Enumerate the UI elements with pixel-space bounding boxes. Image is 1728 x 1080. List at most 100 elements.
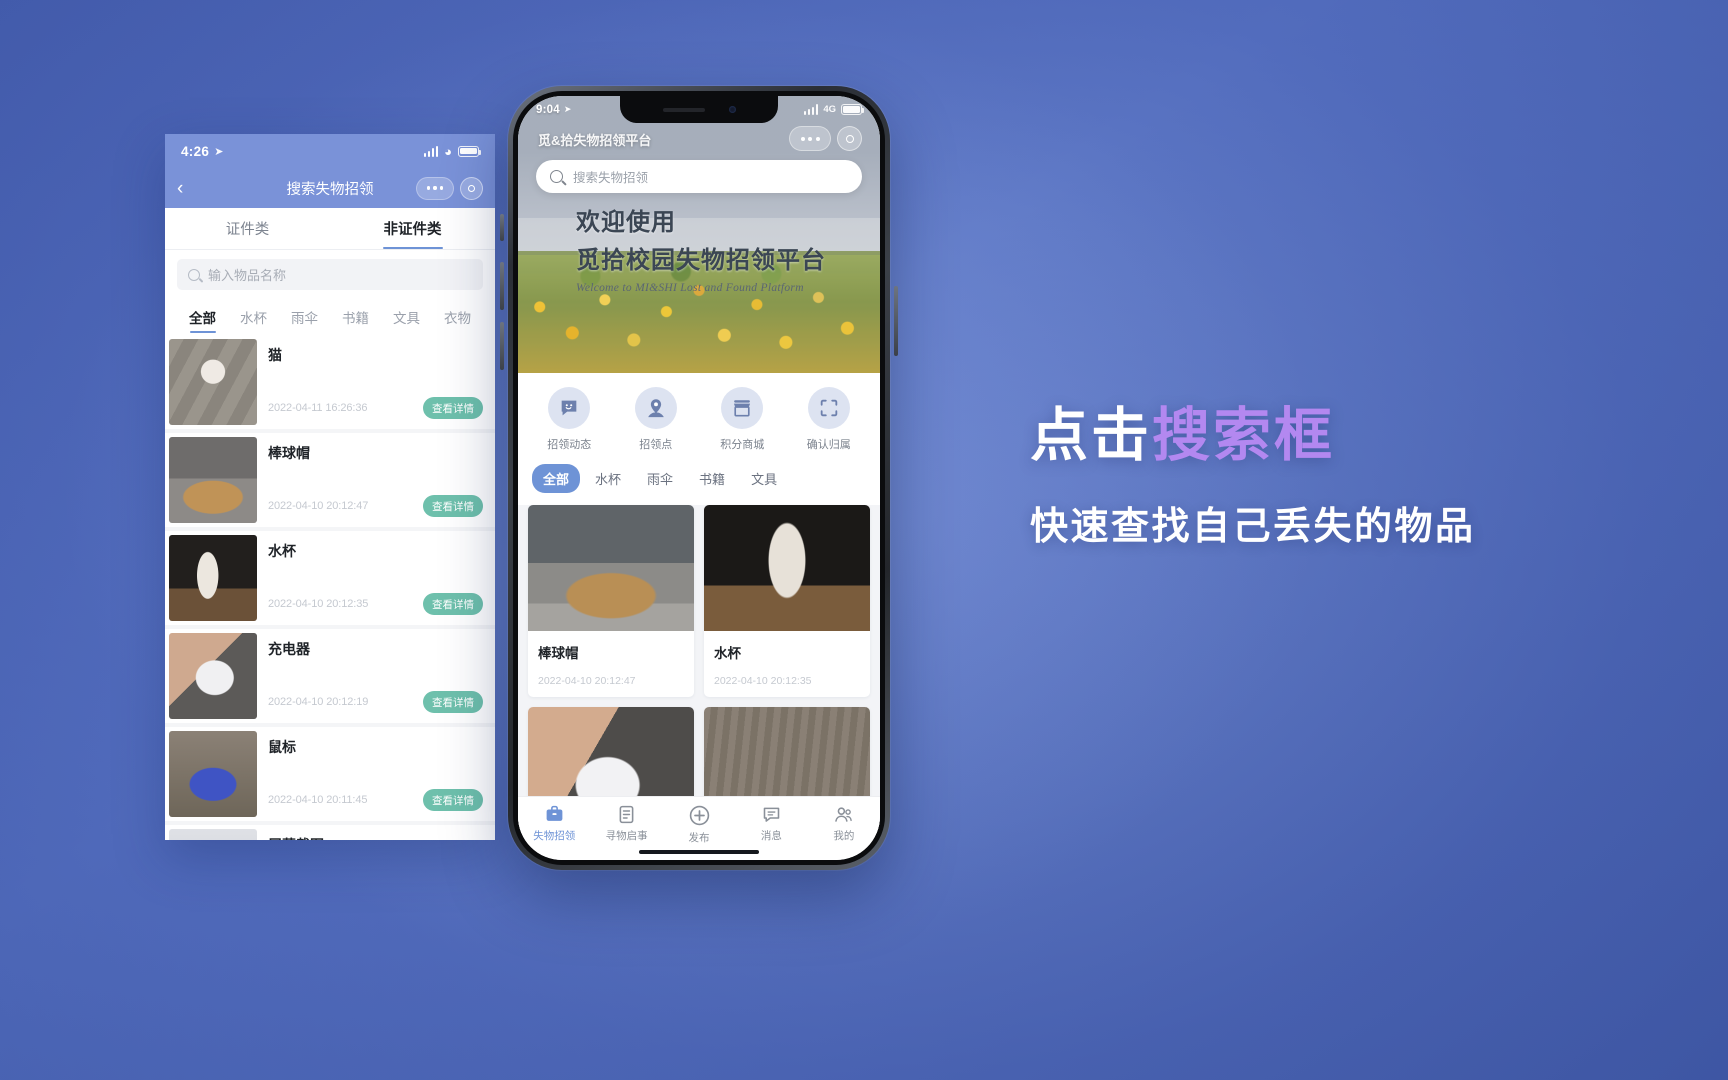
quick-action-label: 招领点 [639, 439, 673, 451]
list-item[interactable]: 水杯 2022-04-10 20:12:35 查看详情 [165, 531, 495, 625]
left-status-time: 4:26 [181, 143, 210, 159]
item-thumbnail [169, 633, 257, 719]
card-date: 2022-04-10 20:12:35 [714, 675, 812, 687]
right-phone-screen: 9:04 ➤ 4G 觅&拾失物招领平台 搜索失物招领 欢迎使用 觅拾校园失物招领… [518, 96, 880, 860]
chip-clothing[interactable]: 衣物 [432, 302, 483, 335]
quick-action-pickup-points[interactable]: 招领点 [613, 387, 700, 452]
item-body: 鼠标 2022-04-10 20:11:45 查看详情 [257, 731, 491, 817]
item-title: 棒球帽 [268, 445, 310, 461]
item-date: 2022-04-10 20:12:47 [268, 500, 369, 512]
chip-stationery[interactable]: 文具 [740, 464, 788, 493]
silent-switch[interactable] [500, 214, 504, 241]
chip-all[interactable]: 全部 [177, 302, 228, 335]
tab-profile[interactable]: 我的 [808, 804, 880, 843]
item-date: 2022-04-10 20:11:45 [268, 794, 368, 806]
chip-all[interactable]: 全部 [532, 464, 581, 493]
scan-frame-icon [807, 387, 850, 429]
item-footer: 2022-04-10 20:12:19 查看详情 [268, 691, 483, 713]
signal-bars-icon [423, 145, 439, 157]
item-card[interactable]: 水杯 2022-04-10 20:12:35 [704, 505, 870, 697]
tab-messages[interactable]: 消息 [735, 804, 807, 843]
front-camera-icon [728, 106, 736, 113]
view-detail-button[interactable]: 查看详情 [423, 397, 483, 419]
search-input[interactable]: 输入物品名称 [177, 259, 483, 290]
battery-icon [841, 104, 865, 115]
view-detail-button[interactable]: 查看详情 [423, 593, 483, 615]
item-title: 充电器 [268, 641, 310, 657]
home-indicator [639, 850, 759, 854]
list-item[interactable]: 猫 2022-04-11 16:26:36 查看详情 [165, 335, 495, 429]
item-footer: 2022-04-11 16:26:36 查看详情 [268, 397, 483, 419]
battery-icon [458, 145, 482, 157]
right-category-chips: 全部 水杯 雨伞 书籍 文具 [518, 462, 880, 505]
list-item[interactable]: 鼠标 2022-04-10 20:11:45 查看详情 [165, 727, 495, 821]
search-input[interactable]: 搜索失物招领 [536, 160, 862, 193]
item-title: 鼠标 [268, 739, 296, 755]
quick-action-points-mall[interactable]: 积分商城 [699, 387, 786, 452]
item-card[interactable]: 棒球帽 2022-04-10 20:12:47 [528, 505, 694, 697]
item-thumbnail [169, 437, 257, 523]
tab-document-type[interactable]: 证件类 [165, 208, 330, 249]
card-image [704, 505, 870, 631]
list-item[interactable]: 棒球帽 2022-04-10 20:12:47 查看详情 [165, 433, 495, 527]
close-target-icon[interactable] [460, 176, 483, 200]
volume-up-button[interactable] [500, 262, 504, 310]
quick-action-confirm-ownership[interactable]: 确认归属 [786, 387, 873, 452]
list-item[interactable]: 屏幕截图 [165, 825, 495, 840]
tab-label: 寻物启事 [605, 830, 648, 842]
tab-lost-notices[interactable]: 寻物启事 [590, 804, 662, 843]
tab-publish[interactable]: 发布 [663, 804, 735, 845]
volume-down-button[interactable] [500, 322, 504, 370]
power-button[interactable] [894, 286, 898, 356]
item-date: 2022-04-10 20:12:35 [268, 598, 369, 610]
back-button[interactable]: ‹ [177, 179, 183, 198]
item-thumbnail [169, 829, 257, 840]
chip-books[interactable]: 书籍 [688, 464, 736, 493]
left-navbar: ‹ 搜索失物招领 [165, 168, 495, 208]
item-date: 2022-04-10 20:12:19 [268, 696, 369, 708]
card-title: 棒球帽 [538, 646, 579, 661]
hero-banner: 9:04 ➤ 4G 觅&拾失物招领平台 搜索失物招领 欢迎使用 觅拾校园失物招领… [518, 96, 880, 373]
search-icon [550, 170, 563, 183]
shop-icon [721, 387, 764, 429]
right-phone-device: 9:04 ➤ 4G 觅&拾失物招领平台 搜索失物招领 欢迎使用 觅拾校园失物招领… [500, 86, 898, 870]
location-arrow-icon: ➤ [214, 145, 224, 158]
chip-cup[interactable]: 水杯 [584, 464, 632, 493]
chip-umbrella[interactable]: 雨伞 [279, 302, 330, 335]
view-detail-button[interactable]: 查看详情 [423, 789, 483, 811]
list-item[interactable]: 充电器 2022-04-10 20:12:19 查看详情 [165, 629, 495, 723]
item-thumbnail [169, 535, 257, 621]
chip-umbrella[interactable]: 雨伞 [636, 464, 684, 493]
chip-books[interactable]: 书籍 [330, 302, 381, 335]
quick-action-announcements[interactable]: 招领动态 [526, 387, 613, 452]
earpiece-speaker [662, 107, 705, 112]
banner-line-1: 欢迎使用 [576, 210, 676, 236]
quick-action-row: 招领动态 招领点 积分商城 确认归属 [518, 373, 880, 462]
item-footer: 2022-04-10 20:12:35 查看详情 [268, 593, 483, 615]
message-icon [763, 807, 780, 822]
more-ellipsis-icon[interactable] [789, 126, 831, 151]
right-phone-bezel: 9:04 ➤ 4G 觅&拾失物招领平台 搜索失物招领 欢迎使用 觅拾校园失物招领… [513, 91, 885, 865]
chip-cup[interactable]: 水杯 [228, 302, 279, 335]
left-tab-bar: 证件类 非证件类 [165, 208, 495, 250]
item-body: 水杯 2022-04-10 20:12:35 查看详情 [257, 535, 491, 621]
view-detail-button[interactable]: 查看详情 [423, 495, 483, 517]
right-status-indicators: 4G [803, 104, 865, 115]
search-placeholder: 搜索失物招领 [573, 171, 649, 185]
item-title: 屏幕截图 [268, 835, 483, 840]
app-title: 觅&拾失物招领平台 [538, 133, 652, 148]
more-ellipsis-icon[interactable] [416, 176, 454, 200]
tab-non-document-type[interactable]: 非证件类 [330, 208, 495, 249]
chip-stationery[interactable]: 文具 [381, 302, 432, 335]
item-date: 2022-04-11 16:26:36 [268, 402, 368, 414]
briefcase-icon [546, 805, 563, 821]
tab-label: 失物招领 [533, 830, 576, 842]
tab-lost-and-found[interactable]: 失物招领 [518, 804, 590, 843]
view-detail-button[interactable]: 查看详情 [423, 691, 483, 713]
close-target-icon[interactable] [837, 126, 862, 151]
card-image [528, 505, 694, 631]
item-footer: 2022-04-10 20:12:47 查看详情 [268, 495, 483, 517]
item-title: 猫 [268, 347, 282, 363]
tab-label: 消息 [760, 830, 782, 842]
left-phone-screen: 4:26 ➤ ◕ ‹ 搜索失物招领 证件类 非证件类 输入物品名称 全部 水杯 … [165, 134, 495, 840]
